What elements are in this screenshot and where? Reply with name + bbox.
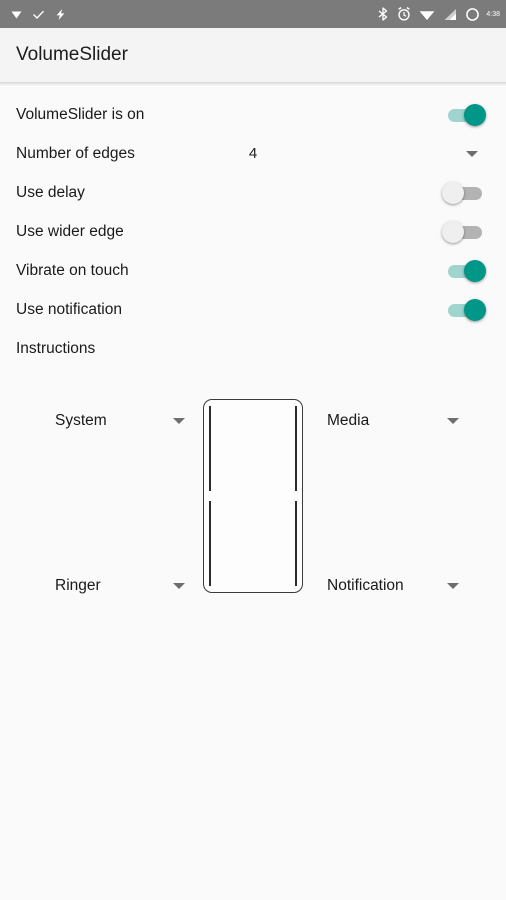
pref-row-use-wider-edge[interactable]: Use wider edge (0, 212, 506, 251)
edge-dropdown-bottom-right[interactable]: Notification (327, 577, 459, 595)
switch-use-wider-edge[interactable] (442, 219, 488, 245)
switch-thumb (464, 259, 486, 282)
switch-thumb (442, 220, 464, 243)
edge-assignment-diagram: System Media Ringer Notification (0, 394, 506, 624)
pref-row-number-of-edges[interactable]: Number of edges 4 (0, 134, 506, 173)
edge-dropdown-bottom-left-label: Ringer (55, 577, 101, 594)
chevron-down-icon[interactable] (173, 418, 185, 424)
bluetooth-icon (377, 7, 389, 21)
edge-dropdown-bottom-right-label: Notification (327, 577, 404, 594)
pref-title: Use notification (16, 300, 122, 318)
check-icon (32, 8, 45, 21)
flash-icon (54, 8, 67, 21)
edge-segment-top-right (295, 406, 297, 491)
chevron-down-icon[interactable] (173, 583, 185, 589)
edge-segment-top-left (209, 406, 211, 491)
pref-row-use-notification[interactable]: Use notification (0, 290, 506, 329)
pref-row-vibrate-on-touch[interactable]: Vibrate on touch (0, 251, 506, 290)
switch-use-notification[interactable] (442, 297, 488, 323)
download-icon (10, 8, 23, 21)
edge-dropdown-top-left[interactable]: System (55, 412, 185, 430)
alarm-icon (397, 7, 411, 21)
wifi-icon (419, 8, 435, 21)
pref-row-use-delay[interactable]: Use delay (0, 173, 506, 212)
edge-segment-bottom-right (295, 501, 297, 586)
pref-title: Number of edges (16, 144, 135, 162)
pref-title: Vibrate on touch (16, 261, 129, 279)
cellular-signal-icon (443, 8, 457, 21)
pref-title: Instructions (16, 339, 96, 357)
chevron-down-icon[interactable] (447, 418, 459, 424)
switch-vibrate-on-touch[interactable] (442, 258, 488, 284)
status-bar-clock: 4:38 (486, 10, 500, 18)
edge-dropdown-top-right-label: Media (327, 412, 370, 429)
switch-thumb (442, 181, 464, 204)
chevron-down-icon[interactable] (447, 583, 459, 589)
chevron-down-icon[interactable] (466, 150, 478, 157)
pref-row-instructions[interactable]: Instructions (0, 329, 506, 368)
preferences-list: VolumeSlider is on Number of edges 4 Use… (0, 82, 506, 368)
switch-use-delay[interactable] (442, 180, 488, 206)
switch-thumb (464, 298, 486, 321)
pref-title: Use delay (16, 183, 85, 201)
battery-icon (465, 7, 480, 22)
status-bar-left-icons (10, 8, 76, 21)
switch-volumeslider-is-on[interactable] (442, 102, 488, 128)
switch-thumb (464, 103, 486, 126)
page-title: VolumeSlider (16, 44, 128, 65)
edge-dropdown-top-left-label: System (55, 412, 107, 429)
pref-title: VolumeSlider is on (16, 105, 145, 123)
edge-segment-bottom-left (209, 501, 211, 586)
pref-title: Use wider edge (16, 222, 124, 240)
status-bar-right-icons: 4:38 (369, 7, 500, 22)
edge-dropdown-top-right[interactable]: Media (327, 412, 459, 430)
status-bar: 4:38 (0, 0, 506, 28)
edge-dropdown-bottom-left[interactable]: Ringer (55, 577, 185, 595)
phone-outline (203, 399, 303, 593)
pref-row-volumeslider-is-on[interactable]: VolumeSlider is on (0, 95, 506, 134)
action-bar: VolumeSlider (0, 28, 506, 86)
